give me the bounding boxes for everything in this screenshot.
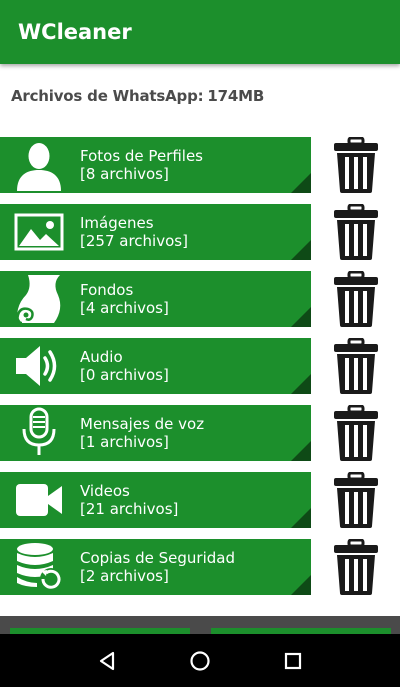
trash-icon bbox=[334, 338, 378, 394]
fold-corner bbox=[291, 441, 311, 461]
nav-back-button[interactable] bbox=[87, 641, 127, 681]
category-backups[interactable]: Copias de Seguridad [2 archivos] bbox=[0, 539, 311, 595]
trash-icon bbox=[334, 137, 378, 193]
category-row-audio: Audio [0 archivos] bbox=[0, 338, 400, 396]
nav-recents-button[interactable] bbox=[273, 641, 313, 681]
recents-icon bbox=[285, 652, 302, 669]
category-row-images: Imágenes [257 archivos] bbox=[0, 204, 400, 262]
home-icon bbox=[190, 650, 210, 671]
category-profile-photos[interactable]: Fotos de Perfiles [8 archivos] bbox=[0, 137, 311, 193]
app-bar: WCleaner bbox=[0, 0, 400, 64]
category-name: Copias de Seguridad bbox=[80, 549, 235, 567]
category-wallpapers[interactable]: Fondos [4 archivos] bbox=[0, 271, 311, 327]
category-audio[interactable]: Audio [0 archivos] bbox=[0, 338, 311, 394]
category-images[interactable]: Imágenes [257 archivos] bbox=[0, 204, 311, 260]
fold-corner bbox=[291, 173, 311, 193]
trash-icon bbox=[334, 405, 378, 461]
speaker-icon bbox=[10, 338, 68, 394]
delete-voice-messages-button[interactable] bbox=[330, 405, 382, 463]
trash-icon bbox=[334, 204, 378, 260]
fold-corner bbox=[291, 307, 311, 327]
category-name: Fondos bbox=[80, 281, 134, 299]
delete-profile-photos-button[interactable] bbox=[330, 137, 382, 195]
category-name: Mensajes de voz bbox=[80, 415, 205, 433]
delete-images-button[interactable] bbox=[330, 204, 382, 262]
app-title: WCleaner bbox=[18, 20, 132, 44]
database-restore-icon bbox=[10, 539, 68, 595]
fold-corner bbox=[291, 508, 311, 528]
category-count: [21 archivos] bbox=[80, 500, 179, 518]
system-navigation-bar bbox=[0, 634, 400, 687]
fold-corner bbox=[291, 240, 311, 260]
category-videos[interactable]: Videos [21 archivos] bbox=[0, 472, 311, 528]
image-icon bbox=[10, 204, 68, 260]
category-name: Imágenes bbox=[80, 214, 154, 232]
storage-summary: Archivos de WhatsApp: 174MB bbox=[11, 87, 264, 105]
summary-value: 174MB bbox=[207, 87, 265, 105]
back-icon bbox=[99, 651, 114, 670]
category-row-profile-photos: Fotos de Perfiles [8 archivos] bbox=[0, 137, 400, 195]
delete-videos-button[interactable] bbox=[330, 472, 382, 530]
delete-audio-button[interactable] bbox=[330, 338, 382, 396]
category-row-backups: Copias de Seguridad [2 archivos] bbox=[0, 539, 400, 597]
category-count: [257 archivos] bbox=[80, 232, 188, 250]
microphone-icon bbox=[10, 405, 68, 461]
trash-icon bbox=[334, 271, 378, 327]
category-row-videos: Videos [21 archivos] bbox=[0, 472, 400, 530]
category-name: Fotos de Perfiles bbox=[80, 147, 203, 165]
category-count: [1 archivos] bbox=[80, 433, 169, 451]
category-name: Audio bbox=[80, 348, 123, 366]
wallpaper-icon bbox=[10, 271, 68, 327]
category-row-voice-messages: Mensajes de voz [1 archivos] bbox=[0, 405, 400, 463]
category-count: [8 archivos] bbox=[80, 165, 169, 183]
summary-label: Archivos de WhatsApp: bbox=[11, 87, 204, 105]
nav-home-button[interactable] bbox=[180, 641, 220, 681]
fold-corner bbox=[291, 374, 311, 394]
category-count: [0 archivos] bbox=[80, 366, 169, 384]
category-voice-messages[interactable]: Mensajes de voz [1 archivos] bbox=[0, 405, 311, 461]
category-count: [2 archivos] bbox=[80, 567, 169, 585]
category-name: Videos bbox=[80, 482, 130, 500]
profile-photo-icon bbox=[10, 137, 68, 193]
fold-corner bbox=[291, 575, 311, 595]
category-count: [4 archivos] bbox=[80, 299, 169, 317]
trash-icon bbox=[334, 539, 378, 595]
delete-backups-button[interactable] bbox=[330, 539, 382, 597]
video-camera-icon bbox=[10, 472, 68, 528]
category-row-wallpapers: Fondos [4 archivos] bbox=[0, 271, 400, 329]
trash-icon bbox=[334, 472, 378, 528]
delete-wallpapers-button[interactable] bbox=[330, 271, 382, 329]
